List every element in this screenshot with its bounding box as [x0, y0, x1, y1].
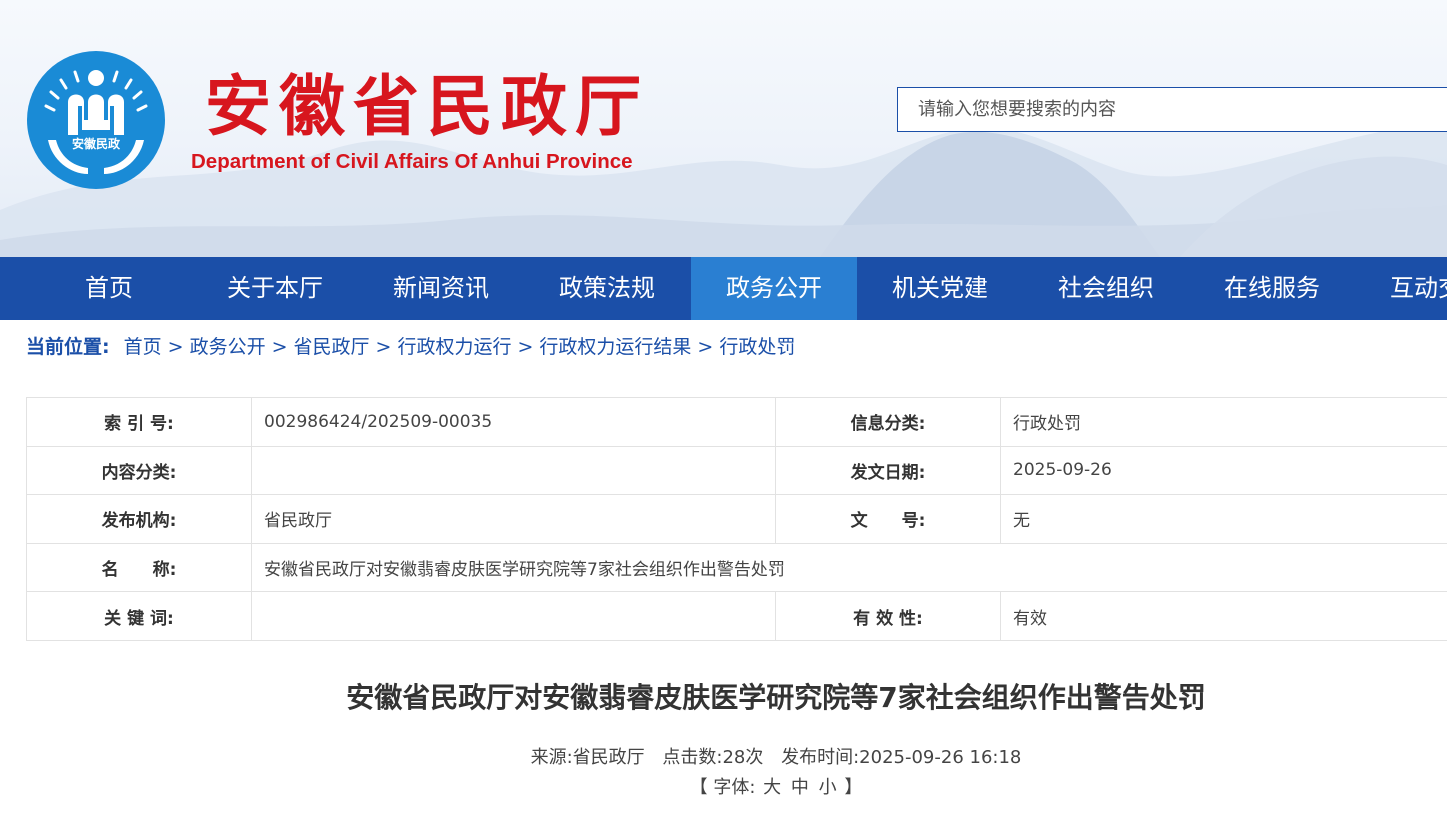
breadcrumb-home[interactable]: 首页: [124, 336, 162, 358]
breadcrumb-separator: >: [375, 336, 392, 358]
meta-value-validity: 有效: [1000, 591, 1447, 641]
site-title: 安徽省民政厅: [205, 68, 649, 145]
font-size-control: 【 字体: 大 中 小 】: [0, 774, 1447, 802]
nav-item-about[interactable]: 关于本厅: [192, 257, 358, 320]
meta-key-content-category: 内容分类:: [26, 445, 252, 496]
meta-value-doc-no: 无: [1000, 494, 1447, 544]
meta-key-publish-date: 发文日期:: [775, 445, 1001, 496]
document-meta-table: 索 引 号: 002986424/202509-00035 信息分类: 行政处罚…: [26, 397, 1447, 641]
search-input[interactable]: [897, 87, 1447, 132]
meta-key-doc-no: 文 号:: [775, 494, 1001, 544]
meta-row: 内容分类: 发文日期: 2025-09-26: [26, 445, 1447, 496]
nav-item-policy[interactable]: 政策法规: [524, 257, 690, 320]
meta-key-validity: 有 效 性:: [775, 591, 1001, 641]
font-size-label: 【 字体:: [689, 777, 756, 798]
breadcrumb-separator: >: [697, 336, 714, 358]
meta-row: 关 键 词: 有 效 性: 有效: [26, 591, 1447, 641]
meta-value-content-category: [251, 445, 776, 496]
emblem-text: 安徽民政: [72, 136, 121, 151]
meta-value-publish-date: 2025-09-26: [1000, 445, 1447, 496]
font-size-large-button[interactable]: 大: [763, 777, 781, 798]
nav-item-gov-affairs[interactable]: 政务公开: [691, 257, 857, 320]
article-clicks: 点击数:28次: [662, 747, 764, 768]
breadcrumb-separator: >: [167, 336, 184, 358]
breadcrumb-gov-affairs[interactable]: 政务公开: [190, 336, 266, 358]
article-source: 来源:省民政厅: [530, 747, 645, 768]
meta-value-index-no: 002986424/202509-00035: [251, 397, 776, 447]
breadcrumb-label: 当前位置:: [26, 336, 110, 358]
meta-value-name: 安徽省民政厅对安徽翡睿皮肤医学研究院等7家社会组织作出警告处罚: [251, 542, 1447, 593]
font-size-small-button[interactable]: 小: [819, 777, 837, 798]
site-header: 安徽民政 安徽省民政厅 Department of Civil Affairs …: [0, 0, 1447, 257]
meta-value-publisher: 省民政厅: [251, 494, 776, 544]
nav-item-interaction[interactable]: 互动交流: [1355, 257, 1447, 320]
breadcrumb-separator: >: [271, 336, 288, 358]
meta-value-keywords: [251, 591, 776, 641]
meta-row: 索 引 号: 002986424/202509-00035 信息分类: 行政处罚: [26, 397, 1447, 447]
site-subtitle-en: Department of Civil Affairs Of Anhui Pro…: [191, 150, 633, 173]
article-meta: 来源:省民政厅 点击数:28次 发布时间:2025-09-26 16:18: [0, 744, 1447, 772]
meta-row: 发布机构: 省民政厅 文 号: 无: [26, 494, 1447, 544]
nav-item-social-org[interactable]: 社会组织: [1023, 257, 1189, 320]
nav-item-online-service[interactable]: 在线服务: [1189, 257, 1355, 320]
meta-key-info-category: 信息分类:: [775, 397, 1001, 447]
nav-item-home[interactable]: 首页: [26, 257, 192, 320]
nav-item-news[interactable]: 新闻资讯: [358, 257, 524, 320]
breadcrumb-department[interactable]: 省民政厅: [294, 336, 370, 358]
meta-key-name: 名 称:: [26, 542, 252, 593]
breadcrumb-admin-power[interactable]: 行政权力运行: [397, 336, 511, 358]
meta-key-index-no: 索 引 号:: [26, 397, 252, 447]
meta-key-publisher: 发布机构:: [26, 494, 252, 544]
meta-row: 名 称: 安徽省民政厅对安徽翡睿皮肤医学研究院等7家社会组织作出警告处罚: [26, 542, 1447, 593]
breadcrumb-admin-penalty[interactable]: 行政处罚: [719, 336, 795, 358]
font-size-medium-button[interactable]: 中: [791, 777, 809, 798]
department-emblem-icon: 安徽民政: [27, 51, 165, 189]
font-size-close-bracket: 】: [844, 777, 863, 798]
meta-key-keywords: 关 键 词:: [26, 591, 252, 641]
breadcrumb-admin-power-results[interactable]: 行政权力运行结果: [539, 336, 691, 358]
nav-item-party[interactable]: 机关党建: [857, 257, 1023, 320]
meta-value-info-category: 行政处罚: [1000, 397, 1447, 447]
article-publish-time: 发布时间:2025-09-26 16:18: [781, 747, 1022, 768]
main-nav: 首页 关于本厅 新闻资讯 政策法规 政务公开 机关党建 社会组织 在线服务 互动…: [0, 257, 1447, 320]
breadcrumb: 当前位置: 首页 > 政务公开 > 省民政厅 > 行政权力运行 > 行政权力运行结果 > 行政处罚: [26, 333, 795, 361]
breadcrumb-separator: >: [517, 336, 534, 358]
article-title: 安徽省民政厅对安徽翡睿皮肤医学研究院等7家社会组织作出警告处罚: [346, 681, 1206, 714]
